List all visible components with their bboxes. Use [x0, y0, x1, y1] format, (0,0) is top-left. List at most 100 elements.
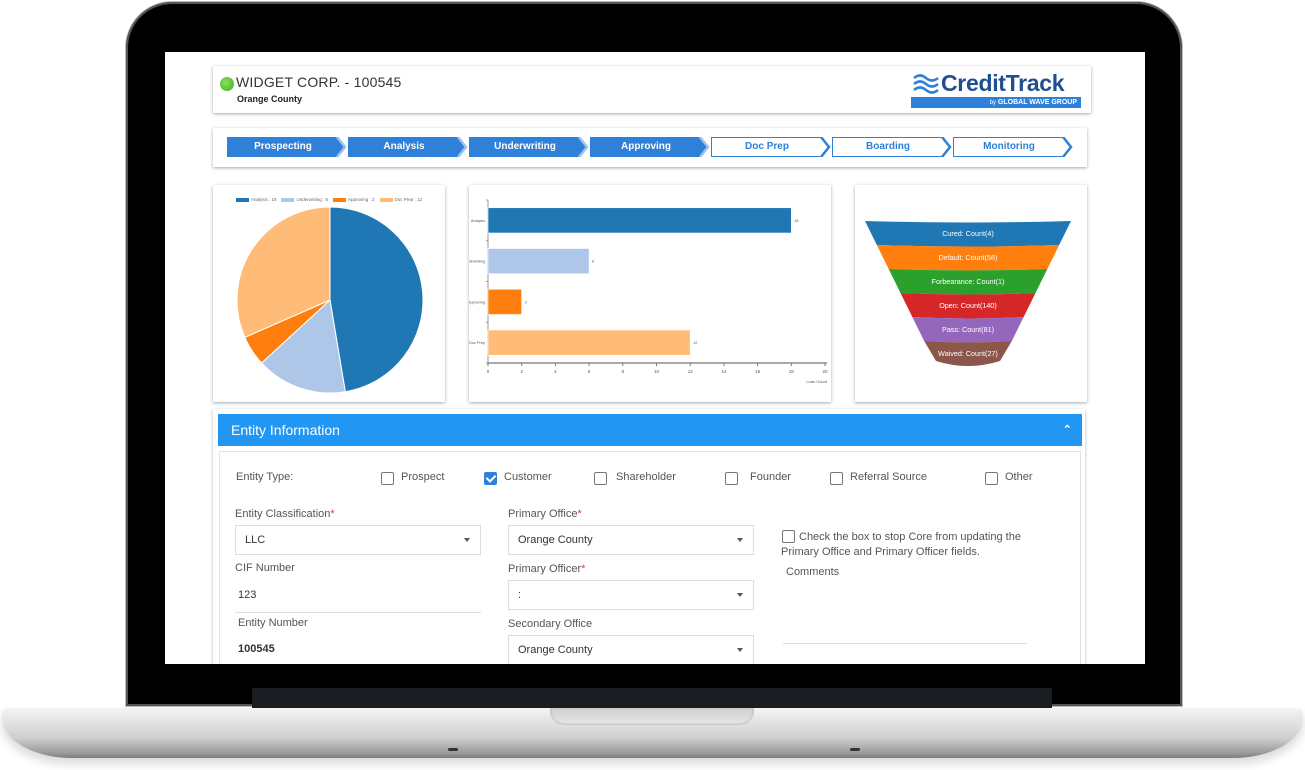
y-tick-label: Underwriting: [469, 260, 485, 264]
x-tick-label: 2: [520, 369, 523, 374]
stage-bar-chart-card: Analysis 18 Underwriting 6 Approving 2 Doc Pre…: [469, 185, 831, 402]
stage-label: Approving: [621, 141, 671, 152]
company-location: Orange County: [237, 94, 303, 104]
cif-number-underline: [235, 612, 481, 613]
entity-type-label: Entity Type:: [236, 471, 294, 483]
other-label: Other: [1005, 471, 1033, 483]
y-tick-label: Approving: [469, 300, 485, 304]
stage-stepper: Prospecting Analysis Underwriting Approving…: [213, 128, 1087, 167]
stage-label: Underwriting: [494, 141, 556, 152]
laptop-foot: [448, 748, 458, 751]
entity-classification-label: Entity Classification*: [235, 508, 335, 520]
funnel-label: Pass: Count(81): [942, 325, 994, 334]
status-funnel-chart: Cured: Count(4) Default: Count(58) Forbear…: [865, 221, 1071, 366]
other-checkbox[interactable]: [985, 472, 998, 485]
logo-wordmark: CreditTrack: [941, 70, 1065, 96]
entity-information-header[interactable]: Entity Information ⌃: [218, 414, 1082, 446]
stage-pie-chart: [236, 206, 424, 394]
bar-data-label: 12: [693, 341, 697, 345]
x-tick-label: 0: [487, 369, 490, 374]
funnel-label: Cured: Count(4): [942, 229, 994, 238]
entity-classification-select[interactable]: LLC: [235, 525, 481, 555]
customer-label: Customer: [504, 471, 552, 483]
wave-logo-icon: [913, 74, 939, 94]
status-funnel-chart-card: Cured: Count(4) Default: Count(58) Forbear…: [855, 185, 1087, 402]
bar-underwriting[interactable]: [487, 248, 590, 275]
x-tick-label: 10: [654, 369, 660, 374]
customer-checkbox[interactable]: [484, 472, 497, 485]
stage-step-boarding[interactable]: Boarding: [832, 137, 952, 157]
x-axis-title: Loan Count: [806, 379, 828, 384]
entity-number-label: Entity Number: [238, 617, 308, 629]
entity-number-value: 100545: [238, 643, 275, 655]
stage-label: Prospecting: [254, 141, 312, 152]
bar-data-label: 6: [592, 260, 594, 264]
primary-office-select[interactable]: Orange County: [508, 525, 754, 555]
dropdown-caret-icon: [737, 593, 743, 597]
laptop-hinge: [252, 688, 1052, 710]
x-tick-label: 16: [755, 369, 761, 374]
prospect-checkbox[interactable]: [381, 472, 394, 485]
secondary-office-select[interactable]: Orange County: [508, 635, 754, 664]
x-tick-label: 4: [554, 369, 557, 374]
dropdown-caret-icon: [737, 648, 743, 652]
referral-source-checkbox[interactable]: [830, 472, 843, 485]
cif-number-input[interactable]: 123: [238, 589, 256, 601]
core-lock-label: Check the box to stop Core from updating…: [781, 531, 1021, 558]
stage-step-underwriting[interactable]: Underwriting: [469, 137, 589, 157]
laptop-notch: [550, 708, 754, 725]
bar-approving[interactable]: [487, 288, 523, 315]
x-tick-label: 14: [721, 369, 727, 374]
bar-data-label: 2: [525, 300, 527, 304]
stage-step-prospecting[interactable]: Prospecting: [227, 137, 347, 157]
stage-step-doc-prep[interactable]: Doc Prep: [711, 137, 831, 157]
stage-label: Monitoring: [983, 141, 1035, 152]
stage-label: Doc Prep: [745, 141, 789, 152]
stage-bar-chart: Analysis 18 Underwriting 6 Approving 2 Doc Pre…: [469, 199, 828, 384]
secondary-office-label: Secondary Office: [508, 618, 593, 630]
status-indicator-icon: [220, 77, 234, 91]
founder-label: Founder: [750, 471, 791, 483]
dropdown-caret-icon: [737, 538, 743, 542]
prospect-label: Prospect: [401, 471, 445, 483]
x-tick-label: 12: [688, 369, 694, 374]
founder-checkbox[interactable]: [725, 472, 738, 485]
bar-data-label: 18: [794, 219, 798, 223]
chevron-up-icon[interactable]: ⌃: [1063, 414, 1072, 446]
bar-doc-prep[interactable]: [487, 329, 691, 356]
referral-source-label: Referral Source: [850, 471, 928, 483]
comments-label: Comments: [786, 566, 840, 578]
y-tick-label: Doc Prep: [469, 341, 485, 345]
stage-pie-chart-card: Analysis : 18 Underwriting : 6 Approving :…: [213, 185, 445, 402]
stage-step-analysis[interactable]: Analysis: [348, 137, 468, 157]
credittrack-logo[interactable]: CreditTrack by GLOBAL WAVE GROUP: [911, 70, 1083, 109]
x-tick-label: 20: [822, 369, 828, 374]
shareholder-label: Shareholder: [616, 471, 676, 483]
x-tick-label: 6: [588, 369, 591, 374]
stage-step-approving[interactable]: Approving: [590, 137, 710, 157]
funnel-label: Waived: Count(27): [938, 349, 998, 358]
comments-textarea[interactable]: [783, 580, 1027, 640]
primary-office-label: Primary Office*: [508, 508, 582, 520]
x-tick-label: 18: [789, 369, 795, 374]
entity-header-card: WIDGET CORP. - 100545 Orange County Cred…: [213, 66, 1091, 113]
entity-information-panel: Entity Information ⌃ Entity Type: Prospe…: [213, 409, 1085, 664]
dropdown-caret-icon: [464, 538, 470, 542]
funnel-label: Default: Count(58): [939, 253, 998, 262]
laptop-foot: [850, 748, 860, 751]
shareholder-checkbox[interactable]: [594, 472, 607, 485]
pie-slice-analysis[interactable]: [329, 206, 424, 393]
stage-label: Analysis: [383, 141, 425, 152]
stage-step-monitoring[interactable]: Monitoring: [953, 137, 1073, 157]
comments-underline: [783, 643, 1027, 644]
section-title: Entity Information: [231, 422, 340, 438]
bar-analysis[interactable]: [487, 207, 792, 234]
logo-tagline: by GLOBAL WAVE GROUP: [911, 97, 1081, 108]
stage-label: Boarding: [866, 141, 910, 152]
primary-officer-select[interactable]: :: [508, 580, 754, 610]
funnel-label: Forbearance: Count(1): [932, 277, 1005, 286]
company-title: WIDGET CORP. - 100545: [236, 74, 402, 90]
screen: WIDGET CORP. - 100545 Orange County Cred…: [165, 52, 1145, 664]
y-tick-label: Analysis: [471, 219, 485, 223]
x-tick-label: 8: [622, 369, 625, 374]
